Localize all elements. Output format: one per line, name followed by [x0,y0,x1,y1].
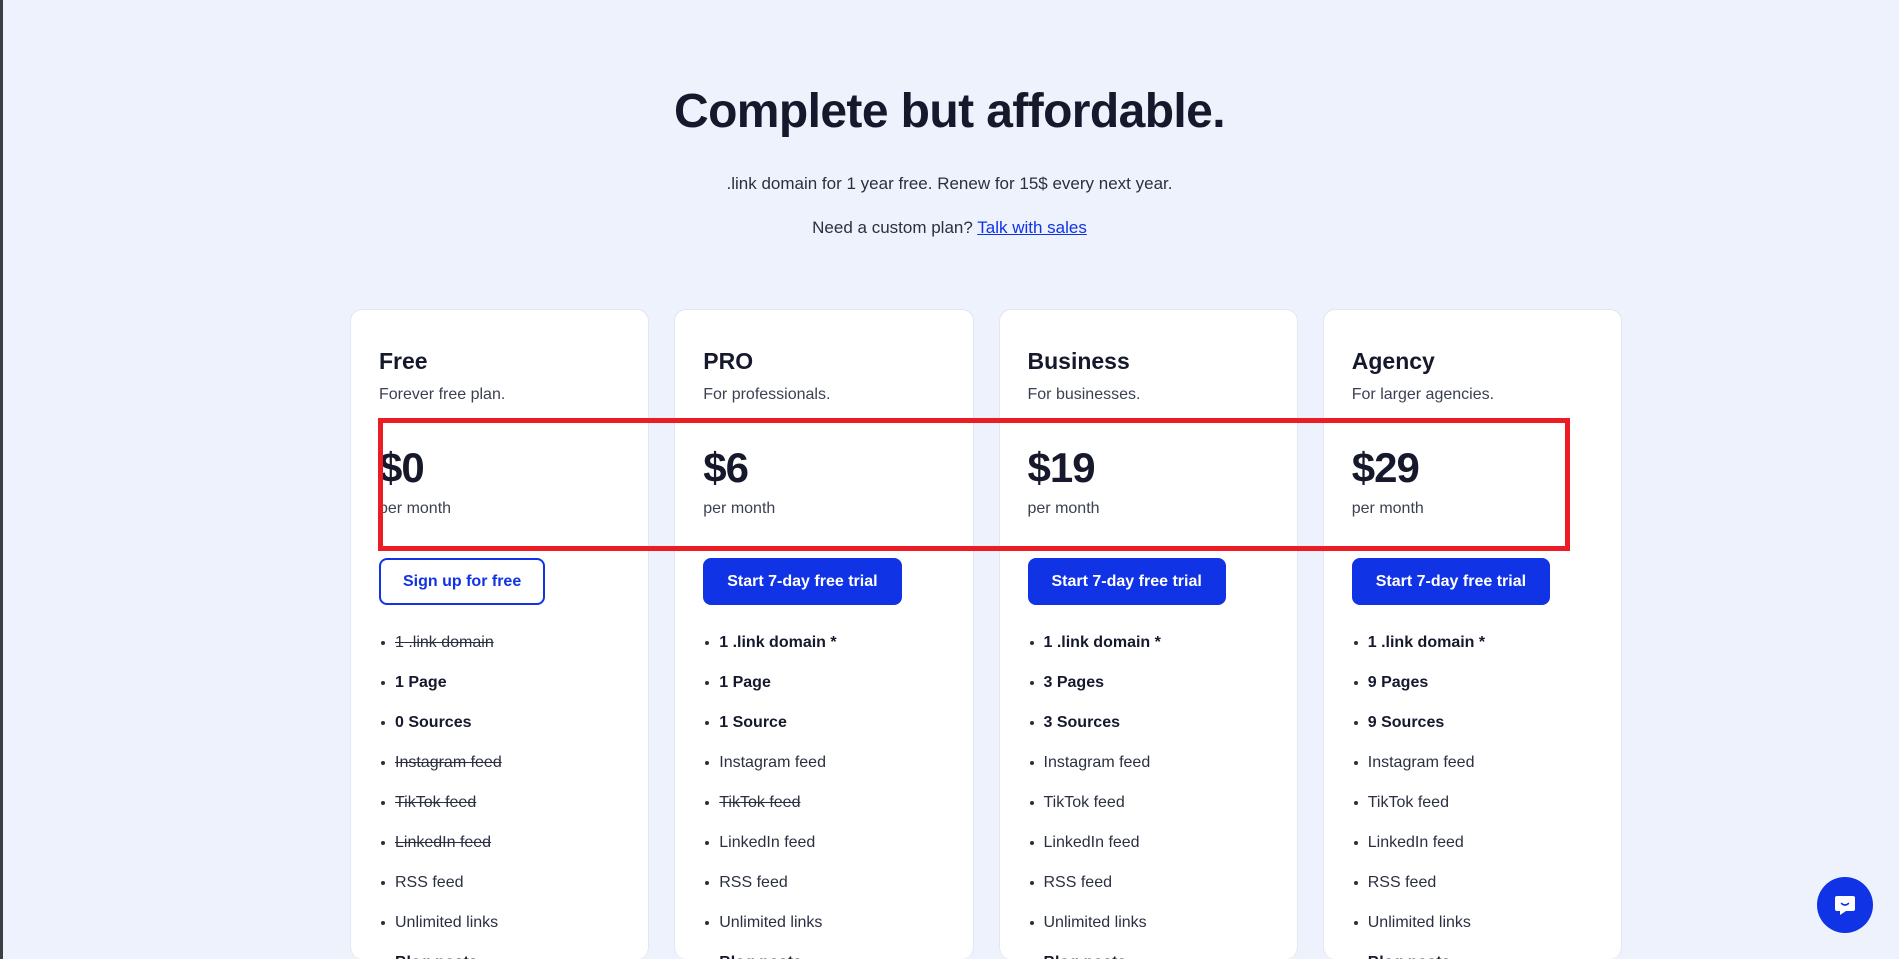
plan-feature-item: Blog posts [379,953,620,959]
pricing-card-body: Free Forever free plan. $0 per month Sign up… [351,348,648,959]
plan-feature-item: Instagram feed [703,753,944,773]
plan-feature-item: Unlimited links [1028,913,1269,933]
plan-feature-list: 1 .link domain 1 Page 0 Sources Instagram f… [379,633,620,959]
plan-feature-item: Unlimited links [379,913,620,933]
plan-feature-item: 3 Pages [1028,673,1269,693]
page-title: Complete but affordable. [674,85,1226,138]
plan-tagline: For larger agencies. [1351,385,1495,403]
plan-feature-item: 1 Source [703,713,944,733]
plan-feature-item: LinkedIn feed [1028,833,1269,853]
plan-price-block: $6 per month [703,443,944,532]
plan-feature-item: 3 Sources [1028,713,1269,733]
pricing-page: Complete but affordable. .link domain fo… [0,0,1899,959]
plan-feature-item: Instagram feed [379,753,620,773]
pricing-card: Business For businesses. $19 per month Start… [998,309,1298,959]
plan-feature-item: 0 Sources [379,713,620,733]
plan-price-block: $29 per month [1351,443,1593,532]
plan-tagline: For professionals. [703,385,831,403]
plan-feature-item: Blog posts [1028,953,1269,959]
plan-name: Agency [1351,348,1435,374]
plan-feature-item: TikTok feed [379,793,620,813]
plan-feature-item: 1 .link domain [379,633,620,653]
plan-feature-item: TikTok feed [703,793,944,813]
pricing-card: Agency For larger agencies. $29 per month St… [1322,309,1622,959]
plan-feature-item: 9 Pages [1352,673,1593,693]
plan-feature-item: 1 .link domain * [1352,633,1593,653]
viewport-edge-strip [0,0,3,959]
plan-feature-list: 1 .link domain * 9 Pages 9 Sources Instagra… [1352,633,1593,959]
plan-cta-button[interactable]: Start 7-day free trial [703,557,902,606]
plan-price: $19 [1027,443,1096,491]
plan-price-block: $19 per month [1027,443,1269,532]
plan-feature-item: 1 .link domain * [1028,633,1269,653]
plan-tagline: For businesses. [1027,385,1141,403]
plan-price: $6 [703,443,749,491]
plan-feature-item: Unlimited links [703,913,944,933]
plan-feature-list: 1 .link domain * 1 Page 1 Source Instagram … [703,633,944,959]
plan-feature-item: TikTok feed [1028,793,1269,813]
plan-feature-item: LinkedIn feed [1352,833,1593,853]
plan-feature-item: RSS feed [1028,873,1269,893]
pricing-card-body: Business For businesses. $19 per month Start… [1000,348,1297,959]
plan-tagline: Forever free plan. [379,385,506,403]
plan-name: Business [1027,348,1130,374]
plan-feature-item: 1 Page [379,673,620,693]
talk-with-sales-link[interactable]: Talk with sales [977,218,1087,237]
pricing-card: PRO For professionals. $6 per month Start 7-… [674,309,974,959]
plan-feature-item: LinkedIn feed [379,833,620,853]
custom-plan-prompt: Need a custom plan? Talk with sales [0,218,1899,238]
plan-feature-item: LinkedIn feed [703,833,944,853]
plan-feature-item: 1 Page [703,673,944,693]
pricing-card: Free Forever free plan. $0 per month Sign up… [350,309,650,959]
plan-feature-item: RSS feed [379,873,620,893]
plan-feature-item: 1 .link domain * [703,633,944,653]
plan-feature-item: Blog posts [703,953,944,959]
plan-price-block: $0 per month [379,443,620,532]
plan-feature-item: RSS feed [1352,873,1593,893]
plan-feature-item: Unlimited links [1352,913,1593,933]
plan-price-period: per month [1027,499,1100,517]
plan-feature-item: 9 Sources [1352,713,1593,733]
plan-name: Free [379,348,428,374]
plan-price-period: per month [703,499,776,517]
plan-price-period: per month [379,499,452,517]
pricing-cards-grid: Free Forever free plan. $0 per month Sign up… [350,309,1622,959]
plan-feature-item: Instagram feed [1028,753,1269,773]
chat-bubble-icon [1835,896,1855,915]
plan-feature-item: Instagram feed [1352,753,1593,773]
pricing-card-body: Agency For larger agencies. $29 per month St… [1324,348,1621,959]
page-subtitle: .link domain for 1 year free. Renew for … [726,173,1173,193]
plan-feature-list: 1 .link domain * 3 Pages 3 Sources Instagra… [1028,633,1269,959]
chat-launcher-button[interactable] [1817,877,1873,933]
custom-plan-text: Need a custom plan? [812,218,973,238]
plan-cta-button[interactable]: Start 7-day free trial [1351,557,1551,606]
plan-cta-button[interactable]: Start 7-day free trial [1027,557,1226,606]
plan-feature-item: RSS feed [703,873,944,893]
plan-name: PRO [703,348,754,374]
plan-price: $0 [379,443,425,491]
pricing-card-body: PRO For professionals. $6 per month Start 7-… [675,348,972,959]
plan-price: $29 [1351,443,1420,491]
plan-price-period: per month [1351,499,1424,517]
pricing-header: Complete but affordable. .link domain fo… [0,0,1899,238]
plan-feature-item: TikTok feed [1352,793,1593,813]
plan-feature-item: Blog posts [1352,953,1593,959]
plan-cta-button[interactable]: Sign up for free [379,557,546,606]
